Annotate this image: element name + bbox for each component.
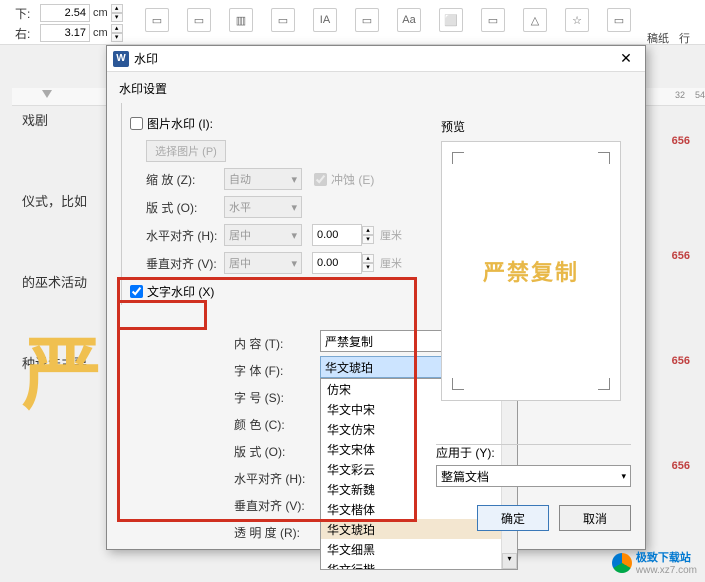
side-marker-4: 656 <box>672 460 690 472</box>
font-option[interactable]: 华文中宋 <box>321 399 517 419</box>
erode-checkbox[interactable] <box>314 173 327 186</box>
cancel-button[interactable]: 取消 <box>559 505 631 531</box>
halign-label: 水平对齐 (H): <box>146 227 224 244</box>
text-watermark-checkbox[interactable] <box>130 285 143 298</box>
margin-right-label: 右: <box>15 25 40 42</box>
zoom-label: 缩 放 (Z): <box>146 171 224 188</box>
text-watermark-label: 文字水印 (X) <box>147 283 214 300</box>
valign-spinner[interactable]: ▴▾ <box>362 254 374 272</box>
site-url: www.xz7.com <box>636 565 697 576</box>
toolbar-icon-11[interactable]: ☆ <box>565 8 589 32</box>
group-label: 水印设置 <box>119 80 633 97</box>
apply-to-label: 应用于 (Y): <box>436 444 631 461</box>
side-marker-2: 656 <box>672 250 690 262</box>
document-watermark: 严 <box>22 310 102 426</box>
font-label: 字 体 (F): <box>234 362 312 379</box>
toolbar-icon-5[interactable]: IA <box>313 8 337 32</box>
toolbar-icon-12[interactable]: ▭ <box>607 8 631 32</box>
toolbar-label-line[interactable]: 行 <box>679 30 690 46</box>
doc-text-2: 仪式，比如 <box>22 191 112 210</box>
image-watermark-label: 图片水印 (I): <box>147 115 213 132</box>
toolbar-label-paper[interactable]: 稿纸 <box>647 30 669 46</box>
valign-offset[interactable]: 0.00 <box>312 252 362 274</box>
toolbar-icon-2[interactable]: ▭ <box>187 8 211 32</box>
color-label: 颜 色 (C): <box>234 416 312 433</box>
content-label: 内 容 (T): <box>234 335 312 352</box>
font-option[interactable]: 华文行楷 <box>321 559 517 570</box>
preview-watermark-text: 严禁复制 <box>483 255 579 287</box>
halign-spinner[interactable]: ▴▾ <box>362 226 374 244</box>
erode-label: 冲蚀 (E) <box>331 171 374 188</box>
preview-label: 预览 <box>441 118 631 135</box>
valign2-label: 垂直对齐 (V): <box>234 497 312 514</box>
zoom-combo[interactable]: 自动▾ <box>224 168 302 190</box>
apply-to-combo[interactable]: 整篇文档▾ <box>436 465 631 487</box>
toolbar-icon-9[interactable]: ▭ <box>481 8 505 32</box>
halign-offset[interactable]: 0.00 <box>312 224 362 246</box>
transparency-label: 透 明 度 (R): <box>234 524 312 541</box>
layout2-label: 版 式 (O): <box>234 443 312 460</box>
watermark-dialog: W 水印 ✕ 水印设置 图片水印 (I): 选择图片 (P) 缩 放 (Z): … <box>106 45 646 550</box>
toolbar-icon-10[interactable]: △ <box>523 8 547 32</box>
layout-combo[interactable]: 水平▾ <box>224 196 302 218</box>
dialog-title: 水印 <box>134 50 613 67</box>
margin-bottom-input[interactable] <box>40 4 90 22</box>
site-logo-icon <box>612 553 632 573</box>
app-icon: W <box>113 51 129 67</box>
side-marker-3: 656 <box>672 355 690 367</box>
unit-cm: 厘米 <box>380 227 402 243</box>
fontsize-label: 字 号 (S): <box>234 389 312 406</box>
doc-text-3: 的巫术活动 <box>22 272 112 291</box>
margin-bottom-spinner[interactable]: ▴▾ <box>111 4 123 22</box>
unit-cm: 厘米 <box>380 255 402 271</box>
toolbar-icon-7[interactable]: Aa <box>397 8 421 32</box>
toolbar-icon-8[interactable]: ⬜ <box>439 8 463 32</box>
site-name: 极致下载站 <box>636 549 697 565</box>
margin-right-input[interactable] <box>40 24 90 42</box>
ruler-numbers: 3254 <box>675 90 705 100</box>
side-marker-1: 656 <box>672 135 690 147</box>
margin-unit: cm <box>93 27 108 39</box>
layout-label: 版 式 (O): <box>146 199 224 216</box>
image-watermark-checkbox[interactable] <box>130 117 143 130</box>
halign-combo[interactable]: 居中▾ <box>224 224 302 246</box>
valign-combo[interactable]: 居中▾ <box>224 252 302 274</box>
preview-canvas: 严禁复制 <box>441 141 621 401</box>
font-option[interactable]: 华文细黑 <box>321 539 517 559</box>
toolbar-icon-3[interactable]: ▥ <box>229 8 253 32</box>
margin-unit: cm <box>93 7 108 19</box>
halign2-label: 水平对齐 (H): <box>234 470 312 487</box>
toolbar-icon-6[interactable]: ▭ <box>355 8 379 32</box>
valign-label: 垂直对齐 (V): <box>146 255 224 272</box>
toolbar-icon-1[interactable]: ▭ <box>145 8 169 32</box>
close-button[interactable]: ✕ <box>613 50 639 67</box>
margin-bottom-label: 下: <box>15 5 40 22</box>
toolbar-icon-4[interactable]: ▭ <box>271 8 295 32</box>
doc-text-1: 戏剧 <box>22 110 112 129</box>
margin-right-spinner[interactable]: ▴▾ <box>111 24 123 42</box>
select-picture-button[interactable]: 选择图片 (P) <box>146 140 226 162</box>
font-option[interactable]: 华文仿宋 <box>321 419 517 439</box>
site-watermark: 极致下载站 www.xz7.com <box>612 549 697 576</box>
ok-button[interactable]: 确定 <box>477 505 549 531</box>
